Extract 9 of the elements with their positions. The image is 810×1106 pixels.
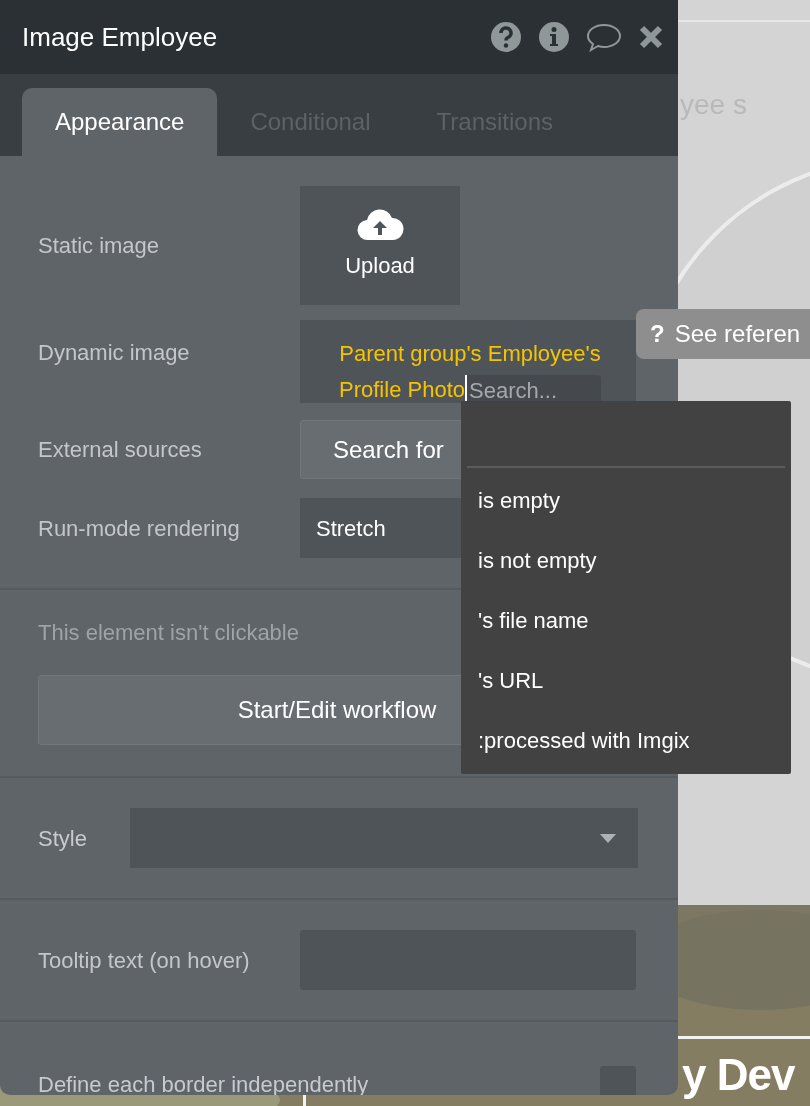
field-label: Static image	[38, 232, 161, 260]
info-text: This element isn't clickable	[38, 619, 299, 647]
panel-title: Image Employee	[22, 20, 218, 54]
field-label: Tooltip text (on hover)	[38, 946, 251, 975]
field-label: Dynamic image	[38, 339, 191, 367]
field-label: Run-mode rendering	[38, 514, 241, 543]
canvas-heading: y Dev	[682, 1050, 795, 1100]
field-label: Style	[38, 824, 87, 853]
field-label: External sources	[38, 436, 203, 464]
